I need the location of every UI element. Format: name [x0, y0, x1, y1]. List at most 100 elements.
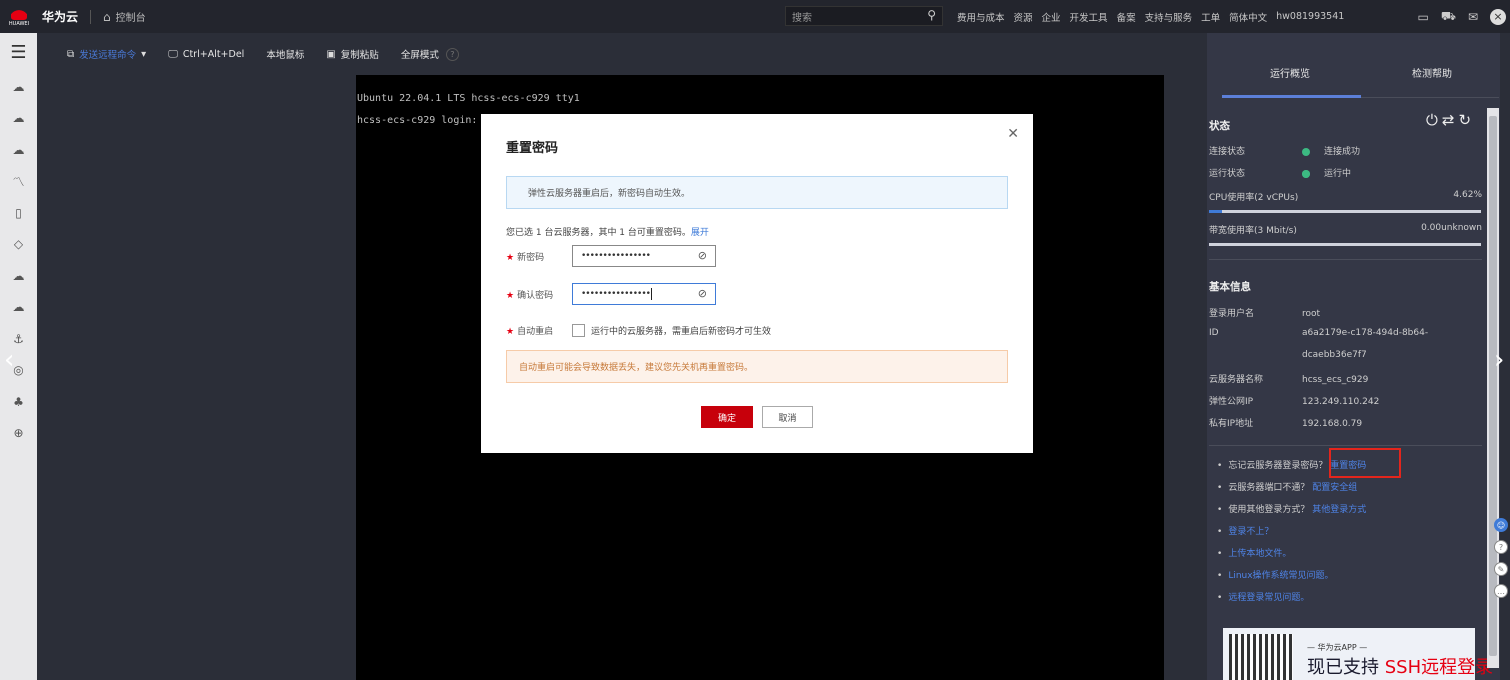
dialog-title: 重置密码 — [506, 141, 559, 156]
reset-password-dialog: ✕ 重置密码 弹性云服务器重启后，新密码自动生效。 您已选 1 台云服务器，其中… — [481, 114, 1033, 453]
remote-login-faq-link[interactable]: 远程登录常见问题。 — [1228, 593, 1309, 603]
eye-slash-icon[interactable]: ⊘ — [698, 287, 707, 300]
eye-slash-icon[interactable]: ⊘ — [698, 249, 707, 262]
nav-account[interactable]: hw081993541 — [1276, 11, 1344, 22]
id-row: ID a6a2179e-c178-494d-8b64- — [1209, 328, 1428, 338]
auto-restart-checkbox[interactable] — [572, 324, 585, 337]
globe-icon[interactable]: ⊕ — [0, 418, 37, 450]
id-value-cont: dcaebb36e7f7 — [1302, 350, 1367, 360]
linux-faq-link[interactable]: Linux操作系统常见问题。 — [1228, 571, 1333, 581]
login-user-value: root — [1302, 309, 1321, 319]
tip-item: • 远程登录常见问题。 — [1217, 593, 1310, 603]
connection-status-value: 连接成功 — [1324, 147, 1361, 157]
network-icon[interactable]: ◇ — [0, 229, 37, 261]
ctrl-alt-del-button[interactable]: 🖵 Ctrl+Alt+Del — [168, 49, 244, 60]
nav-language[interactable]: 简体中文 — [1229, 10, 1267, 24]
new-password-label: ★ 新密码 — [506, 252, 545, 263]
cpu-label: CPU使用率(2 vCPUs) — [1209, 193, 1299, 203]
other-login-link[interactable]: 其他登录方式 — [1312, 505, 1366, 515]
close-icon[interactable]: × — [1490, 8, 1506, 25]
storage-icon[interactable]: ▯ — [0, 197, 37, 229]
run-status-value: 运行中 — [1324, 169, 1352, 179]
search-input[interactable]: 搜索 ⚲ — [785, 6, 943, 26]
new-password-field[interactable]: •••••••••••••••• ⊘ — [572, 245, 716, 267]
bandwidth-label: 带宽使用率(3 Mbit/s) — [1209, 226, 1297, 236]
search-icon[interactable]: ⚲ — [927, 8, 936, 22]
local-mouse-button[interactable]: 本地鼠标 — [266, 47, 304, 61]
home-icon[interactable]: ⌂ — [103, 10, 111, 24]
chevron-left-icon[interactable]: ‹ — [4, 345, 14, 375]
screen-icon[interactable]: ▭ — [1417, 10, 1428, 24]
monitor-icon[interactable]: 〽 — [0, 166, 37, 198]
tab-active-indicator — [1222, 95, 1361, 98]
nav-tickets[interactable]: 工单 — [1201, 10, 1220, 24]
fullscreen-label: 全屏模式 — [400, 50, 439, 61]
cloud-server-icon[interactable]: ☁ — [0, 103, 37, 135]
restart-icon[interactable]: ⇄ — [1442, 111, 1459, 129]
eip-row: 弹性公网IP 123.249.110.242 — [1209, 394, 1379, 407]
chevron-right-icon[interactable]: › — [1494, 345, 1504, 375]
send-command-button[interactable]: ⧉ 发送远程命令 ▾ — [67, 47, 146, 62]
huawei-logo[interactable]: HUAWEI — [4, 0, 34, 33]
top-navbar: HUAWEI 华为云 ⌂ 控制台 搜索 ⚲ 费用与成本 资源 企业 开发工具 备… — [0, 0, 1510, 33]
selected-text: 您已选 1 台云服务器，其中 1 台可重置密码。 — [506, 228, 691, 238]
panel-tabs: 运行概览 检测帮助 — [1207, 33, 1500, 98]
confirm-password-value: •••••••••••••••• — [581, 289, 651, 299]
fullscreen-button[interactable]: 全屏模式 ? — [401, 47, 459, 61]
tab-help[interactable]: 检测帮助 — [1412, 65, 1452, 80]
cloud-backup-icon[interactable]: ☁ — [0, 260, 37, 292]
tip-item: • 登录不上？ — [1217, 527, 1274, 537]
confirm-button[interactable]: 确定 — [701, 406, 753, 428]
cancel-button[interactable]: 取消 — [762, 406, 813, 428]
private-ip-row: 私有IP地址 192.168.0.79 — [1209, 416, 1362, 429]
server-name-row: 云服务器名称 hcss_ecs_c929 — [1209, 372, 1368, 385]
nav-support[interactable]: 支持与服务 — [1145, 10, 1193, 24]
remote-toolbar: ⧉ 发送远程命令 ▾ 🖵 Ctrl+Alt+Del 本地鼠标 ▣ 复制粘贴 全屏… — [37, 33, 1207, 75]
tab-overview[interactable]: 运行概览 — [1270, 65, 1310, 80]
cloud-database-icon[interactable]: ☁ — [0, 134, 37, 166]
power-icon[interactable]: ⏻ — [1426, 111, 1442, 129]
confirm-password-label: ★ 确认密码 — [506, 290, 554, 301]
security-group-link[interactable]: 配置安全组 — [1312, 483, 1357, 493]
run-status-row: 运行状态 运行中 — [1209, 166, 1351, 179]
upload-file-link[interactable]: 上传本地文件。 — [1228, 549, 1291, 559]
feedback-icon[interactable]: ✎ — [1494, 562, 1508, 576]
id-value: a6a2179e-c178-494d-8b64- — [1302, 328, 1429, 338]
comment-icon[interactable]: … — [1494, 584, 1508, 598]
cart-icon[interactable]: ⛟ — [1441, 9, 1456, 25]
tip-item: • 云服务器端口不通？ 配置安全组 — [1217, 483, 1358, 493]
refresh-icon[interactable]: ↻ — [1458, 111, 1475, 129]
top-nav-links: 费用与成本 资源 企业 开发工具 备案 支持与服务 工单 简体中文 hw0819… — [957, 0, 1344, 33]
nav-resources[interactable]: 资源 — [1014, 10, 1033, 24]
menu-icon[interactable]: ☰ — [0, 33, 37, 71]
warning-notice: 自动重启可能会导致数据丢失，建议您先关机再重置密码。 — [506, 350, 1008, 383]
brand-name[interactable]: 华为云 — [42, 8, 78, 25]
chat-icon[interactable]: ☺ — [1494, 518, 1508, 532]
nav-cost[interactable]: 费用与成本 — [957, 10, 1005, 24]
close-icon[interactable]: ✕ — [1007, 126, 1019, 142]
mail-icon[interactable]: ✉ — [1468, 10, 1478, 24]
confirm-password-row: ★ 确认密码 •••••••••••••••• ⊘ — [506, 283, 716, 305]
nav-enterprise[interactable]: 企业 — [1042, 10, 1061, 24]
cloud-service-icon[interactable]: ☁ — [0, 71, 37, 103]
eip-label: 弹性公网IP — [1209, 397, 1254, 407]
nav-devtools[interactable]: 开发工具 — [1070, 10, 1108, 24]
auto-restart-row: ★ 自动重启 运行中的云服务器，需重启后新密码才可生效 — [506, 324, 771, 337]
help-icon[interactable]: ? — [445, 47, 459, 61]
copy-paste-button[interactable]: ▣ 复制粘贴 — [326, 47, 378, 62]
private-ip-value: 192.168.0.79 — [1302, 419, 1363, 429]
users-icon[interactable]: ♣ — [0, 386, 37, 418]
new-password-row: ★ 新密码 •••••••••••••••• ⊘ — [506, 245, 716, 267]
tip-item: • 上传本地文件。 — [1217, 549, 1292, 559]
app-promo-banner[interactable]: — 华为云APP — 现已支持 SSH远程登录 — [1223, 628, 1493, 680]
info-notice: 弹性云服务器重启后，新密码自动生效。 — [506, 176, 1008, 209]
logo-text: HUAWEI — [8, 21, 30, 27]
expand-link[interactable]: 展开 — [691, 228, 709, 238]
cannot-login-link[interactable]: 登录不上？ — [1228, 527, 1273, 537]
console-link[interactable]: 控制台 — [116, 9, 146, 24]
help-icon[interactable]: ? — [1494, 540, 1508, 554]
monitor-icon: 🖵 — [168, 48, 178, 60]
nav-filing[interactable]: 备案 — [1117, 10, 1136, 24]
confirm-password-field[interactable]: •••••••••••••••• ⊘ — [572, 283, 716, 305]
cloud-cdn-icon[interactable]: ☁ — [0, 292, 37, 324]
